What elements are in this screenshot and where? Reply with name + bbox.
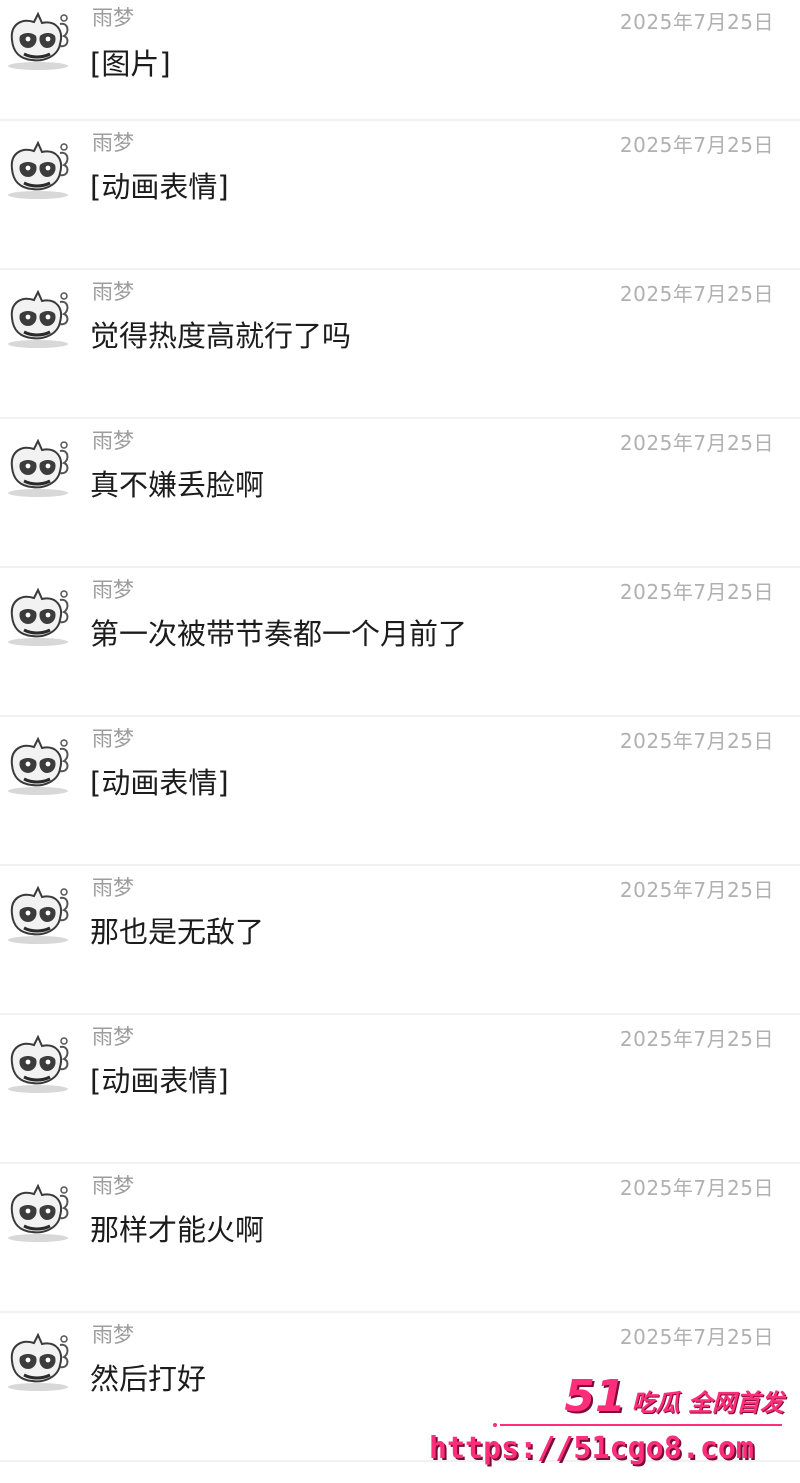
message-row[interactable]: 雨梦 2025年7月25日 [动画表情] — [0, 1015, 800, 1164]
sender-name: 雨梦 — [92, 1025, 134, 1049]
message-date: 2025年7月25日 — [619, 1325, 774, 1349]
message-row[interactable]: 雨梦 2025年7月25日 那样才能火啊 — [0, 1164, 800, 1313]
sender-name: 雨梦 — [92, 578, 134, 602]
message-row[interactable]: 雨梦 2025年7月25日 [动画表情] — [0, 717, 800, 866]
sender-name: 雨梦 — [92, 6, 134, 30]
message-date: 2025年7月25日 — [619, 282, 774, 306]
message-row[interactable]: 雨梦 2025年7月25日 真不嫌丢脸啊 — [0, 419, 800, 568]
sender-name: 雨梦 — [92, 1174, 134, 1198]
cartoon-cat-avatar-icon[interactable] — [4, 884, 72, 946]
message-preview: 觉得热度高就行了吗 — [90, 319, 352, 353]
watermark-title: 51 吃瓜 全网首发 — [564, 1371, 784, 1422]
cartoon-cat-avatar-icon[interactable] — [4, 288, 72, 350]
sender-name: 雨梦 — [92, 429, 134, 453]
sender-name: 雨梦 — [92, 876, 134, 900]
message-date: 2025年7月25日 — [619, 10, 774, 34]
message-date: 2025年7月25日 — [619, 729, 774, 753]
sender-name: 雨梦 — [92, 1323, 134, 1347]
message-date: 2025年7月25日 — [619, 133, 774, 157]
message-preview: 第一次被带节奏都一个月前了 — [90, 617, 468, 651]
watermark-slogan: 吃瓜 全网首发 — [631, 1389, 784, 1417]
message-date: 2025年7月25日 — [619, 878, 774, 902]
message-preview: 那也是无敌了 — [90, 915, 265, 949]
watermark-divider — [493, 1423, 782, 1427]
message-row[interactable]: 雨梦 2025年7月25日 那也是无敌了 — [0, 866, 800, 1015]
cartoon-cat-avatar-icon[interactable] — [4, 735, 72, 797]
watermark-number: 51 — [564, 1371, 626, 1422]
message-preview: 然后打好 — [90, 1362, 207, 1396]
message-preview: [动画表情] — [90, 1064, 229, 1098]
message-preview: [动画表情] — [90, 766, 229, 800]
message-row[interactable]: 雨梦 2025年7月25日 觉得热度高就行了吗 — [0, 270, 800, 419]
watermark-url: https://51cgo8.com — [428, 1431, 754, 1466]
cartoon-cat-avatar-icon[interactable] — [4, 1331, 72, 1393]
cartoon-cat-avatar-icon[interactable] — [4, 437, 72, 499]
message-row[interactable]: 雨梦 2025年7月25日 [图片] — [0, 0, 800, 121]
message-date: 2025年7月25日 — [619, 580, 774, 604]
cartoon-cat-avatar-icon[interactable] — [4, 586, 72, 648]
message-row[interactable]: 雨梦 2025年7月25日 [动画表情] — [0, 121, 800, 270]
message-date: 2025年7月25日 — [619, 431, 774, 455]
message-row[interactable]: 雨梦 2025年7月25日 第一次被带节奏都一个月前了 — [0, 568, 800, 717]
message-date: 2025年7月25日 — [619, 1176, 774, 1200]
cartoon-cat-avatar-icon[interactable] — [4, 10, 72, 72]
message-preview: [图片] — [90, 47, 171, 81]
message-list: 雨梦 2025年7月25日 [图片] 雨梦 2025年7月25日 [动画表情] … — [0, 0, 800, 1462]
sender-name: 雨梦 — [92, 131, 134, 155]
message-preview: 真不嫌丢脸啊 — [90, 468, 265, 502]
cartoon-cat-avatar-icon[interactable] — [4, 139, 72, 201]
message-date: 2025年7月25日 — [619, 1027, 774, 1051]
message-preview: [动画表情] — [90, 170, 229, 204]
sender-name: 雨梦 — [92, 280, 134, 304]
cartoon-cat-avatar-icon[interactable] — [4, 1033, 72, 1095]
cartoon-cat-avatar-icon[interactable] — [4, 1182, 72, 1244]
watermark-overlay: 51 吃瓜 全网首发 https://51cgo8.com — [429, 1365, 792, 1475]
message-preview: 那样才能火啊 — [90, 1213, 265, 1247]
sender-name: 雨梦 — [92, 727, 134, 751]
